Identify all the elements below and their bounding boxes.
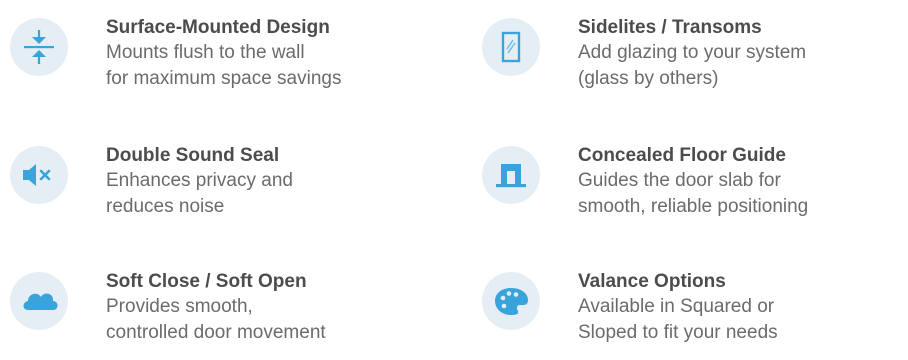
- feature-title: Surface-Mounted Design: [106, 17, 330, 38]
- feature-title: Sidelites / Transoms: [578, 17, 762, 38]
- feature-floor-guide: Concealed Floor Guide Guides the door sl…: [482, 134, 908, 234]
- feature-desc-line2: for maximum space savings: [106, 68, 342, 89]
- feature-desc-line2: controlled door movement: [106, 322, 326, 343]
- feature-desc-line1: Provides smooth,: [106, 296, 253, 317]
- cloud-icon: [10, 272, 68, 330]
- feature-title: Double Sound Seal: [106, 145, 280, 166]
- feature-desc-line1: Mounts flush to the wall: [106, 42, 305, 63]
- feature-double-sound-seal: Double Sound Seal Enhances privacy and r…: [10, 134, 450, 234]
- feature-desc-line2: smooth, reliable positioning: [578, 196, 809, 217]
- compress-icon: [10, 18, 68, 76]
- palette-icon: [482, 272, 540, 330]
- feature-surface-mounted: Surface-Mounted Design Mounts flush to t…: [10, 6, 450, 106]
- feature-desc-line2: (glass by others): [578, 68, 719, 89]
- feature-title: Valance Options: [578, 271, 726, 292]
- window-glass-icon: [482, 18, 540, 76]
- feature-sidelites: Sidelites / Transoms Add glazing to your…: [482, 6, 908, 106]
- feature-title: Concealed Floor Guide: [578, 145, 786, 166]
- feature-desc-line2: Sloped to fit your needs: [578, 322, 778, 343]
- floor-guide-icon: [482, 146, 540, 204]
- feature-desc-line1: Available in Squared or: [578, 296, 775, 317]
- feature-soft-close: Soft Close / Soft Open Provides smooth, …: [10, 260, 450, 360]
- feature-desc-line1: Guides the door slab for: [578, 170, 781, 191]
- feature-desc-line1: Add glazing to your system: [578, 42, 807, 63]
- feature-desc-line2: reduces noise: [106, 196, 225, 217]
- feature-valance-options: Valance Options Available in Squared or …: [482, 260, 908, 360]
- feature-title: Soft Close / Soft Open: [106, 271, 307, 292]
- feature-desc-line1: Enhances privacy and: [106, 170, 293, 191]
- mute-speaker-icon: [10, 146, 68, 204]
